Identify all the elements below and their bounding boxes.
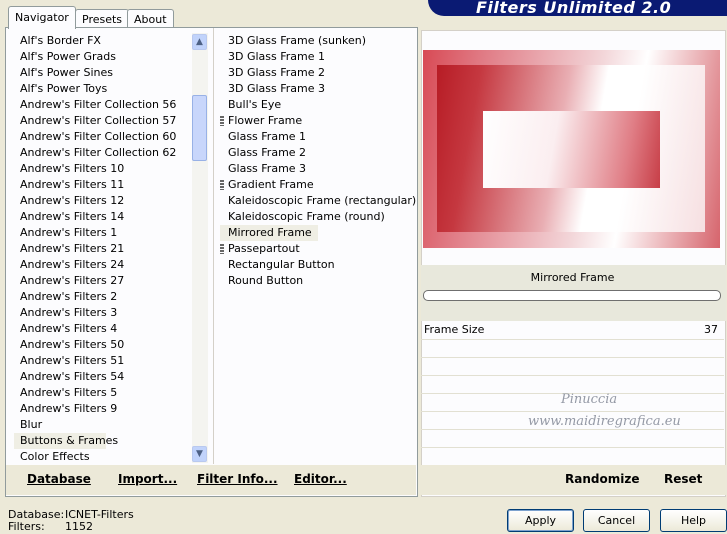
category-item[interactable]: Andrew's Filters 27	[14, 273, 192, 289]
filters-info-label: Filters:	[8, 520, 45, 533]
filter-item[interactable]: 3D Glass Frame 3	[220, 81, 410, 97]
filter-item-label: Kaleidoscopic Frame (round)	[228, 210, 385, 223]
filter-info-button[interactable]: Filter Info...	[197, 472, 278, 486]
help-button[interactable]: Help	[660, 509, 727, 532]
filter-item-label: Kaleidoscopic Frame (rectangular)	[228, 194, 417, 207]
category-item[interactable]: Alf's Power Sines	[14, 65, 192, 81]
filter-item-label: Bull's Eye	[228, 98, 282, 111]
editor-button[interactable]: Editor...	[294, 472, 347, 486]
category-item[interactable]: Andrew's Filters 1	[14, 225, 192, 241]
frame-size-label: Frame Size	[424, 323, 485, 336]
filter-item[interactable]: Flower Frame	[220, 113, 410, 129]
title-banner: Filters Unlimited 2.0	[428, 0, 727, 17]
filter-item[interactable]: Passepartout	[220, 241, 410, 257]
category-item[interactable]: Andrew's Filters 5	[14, 385, 192, 401]
filter-item-label: Passepartout	[228, 242, 300, 255]
filter-item[interactable]: Bull's Eye	[220, 97, 410, 113]
filter-item-label: 3D Glass Frame 1	[228, 50, 326, 63]
category-item[interactable]: Alf's Power Grads	[14, 49, 192, 65]
category-item[interactable]: Andrew's Filter Collection 56	[14, 97, 192, 113]
preview-center	[483, 111, 660, 188]
category-item[interactable]: Andrew's Filters 4	[14, 321, 192, 337]
selected-filter-name: Mirrored Frame	[530, 271, 615, 284]
category-item[interactable]: Andrew's Filters 11	[14, 177, 192, 193]
filter-item-label: Mirrored Frame	[220, 225, 318, 241]
filter-item[interactable]: Kaleidoscopic Frame (round)	[220, 209, 410, 225]
frame-size-value[interactable]: 37	[690, 323, 718, 336]
filter-item[interactable]: 3D Glass Frame 2	[220, 65, 410, 81]
filter-item-label: Flower Frame	[228, 114, 303, 127]
filter-item[interactable]: Glass Frame 3	[220, 161, 410, 177]
database-button[interactable]: Database	[27, 472, 91, 486]
category-item[interactable]: Andrew's Filters 12	[14, 193, 192, 209]
tab-presets[interactable]: Presets	[75, 9, 130, 29]
filter-item-label: Glass Frame 2	[228, 146, 307, 159]
banner-title: Filters Unlimited 2.0	[476, 0, 672, 17]
cancel-button[interactable]: Cancel	[583, 509, 650, 532]
category-item[interactable]: Andrew's Filters 3	[14, 305, 192, 321]
filter-item[interactable]: Kaleidoscopic Frame (rectangular)	[220, 193, 417, 209]
filter-item[interactable]: 3D Glass Frame (sunken)	[220, 33, 410, 49]
filter-item-label: 3D Glass Frame (sunken)	[228, 34, 366, 47]
filter-item[interactable]: Rectangular Button	[220, 257, 410, 273]
filter-item-label: Gradient Frame	[228, 178, 314, 191]
category-item[interactable]: Andrew's Filters 51	[14, 353, 192, 369]
chevron-up-icon[interactable]: ▲	[192, 34, 207, 50]
filter-item[interactable]: 3D Glass Frame 1	[220, 49, 410, 65]
tab-about[interactable]: About	[127, 9, 174, 29]
progress-bar	[423, 290, 721, 301]
filter-item-label: Round Button	[228, 274, 304, 287]
category-item[interactable]: Andrew's Filters 2	[14, 289, 192, 305]
filter-item-label: 3D Glass Frame 2	[228, 66, 326, 79]
watermark-name: Pinuccia	[561, 392, 618, 407]
filter-item-label: Glass Frame 1	[228, 130, 307, 143]
filters-info-value: 1152	[65, 520, 93, 533]
category-item[interactable]: Andrew's Filters 9	[14, 401, 192, 417]
tab-navigator[interactable]: Navigator	[8, 6, 76, 29]
filter-item[interactable]: Round Button	[220, 273, 410, 289]
filter-item[interactable]: Gradient Frame	[220, 177, 410, 193]
chevron-down-icon[interactable]: ▼	[192, 446, 207, 462]
category-item[interactable]: Andrew's Filters 50	[14, 337, 192, 353]
category-list[interactable]: Alf's Border FX Alf's Power Grads Alf's Po…	[14, 33, 192, 463]
import-button[interactable]: Import...	[118, 472, 177, 486]
category-item[interactable]: Andrew's Filters 24	[14, 257, 192, 273]
category-item[interactable]: Buttons & Frames	[14, 433, 118, 449]
reset-button[interactable]: Reset	[664, 472, 702, 486]
category-item[interactable]: Andrew's Filter Collection 60	[14, 129, 192, 145]
category-item[interactable]: Andrew's Filters 14	[14, 209, 192, 225]
filter-item[interactable]: Glass Frame 2	[220, 145, 410, 161]
filters-info: Filters: 1152	[8, 520, 93, 533]
filter-item[interactable]: Mirrored Frame	[220, 225, 410, 241]
category-item[interactable]: Alf's Border FX	[14, 33, 192, 49]
scrollbar-thumb[interactable]	[192, 95, 207, 161]
apply-button[interactable]: Apply	[507, 509, 574, 532]
watermark-url: www.maidiregrafica.eu	[528, 414, 681, 429]
list-divider	[213, 28, 214, 464]
category-item[interactable]: Andrew's Filters 54	[14, 369, 192, 385]
category-scrollbar[interactable]: ▲ ▼	[192, 33, 208, 463]
category-item[interactable]: Andrew's Filters 21	[14, 241, 192, 257]
category-item[interactable]: Andrew's Filters 10	[14, 161, 192, 177]
param-row-empty	[421, 429, 724, 448]
param-row-empty	[421, 339, 724, 358]
category-item[interactable]: Alf's Power Toys	[14, 81, 192, 97]
category-item[interactable]: Andrew's Filter Collection 57	[14, 113, 192, 129]
filter-list[interactable]: 3D Glass Frame (sunken) 3D Glass Frame 1 3…	[220, 33, 417, 289]
filter-item-label: 3D Glass Frame 3	[228, 82, 326, 95]
category-item[interactable]: Andrew's Filter Collection 62	[14, 145, 192, 161]
param-row-empty	[421, 357, 724, 376]
filter-item[interactable]: Glass Frame 1	[220, 129, 410, 145]
filter-item-label: Rectangular Button	[228, 258, 335, 271]
param-row-empty	[421, 447, 724, 466]
filter-item-label: Glass Frame 3	[228, 162, 307, 175]
randomize-button[interactable]: Randomize	[565, 472, 639, 486]
category-item[interactable]: Color Effects	[14, 449, 192, 463]
category-item[interactable]: Blur	[14, 417, 192, 433]
